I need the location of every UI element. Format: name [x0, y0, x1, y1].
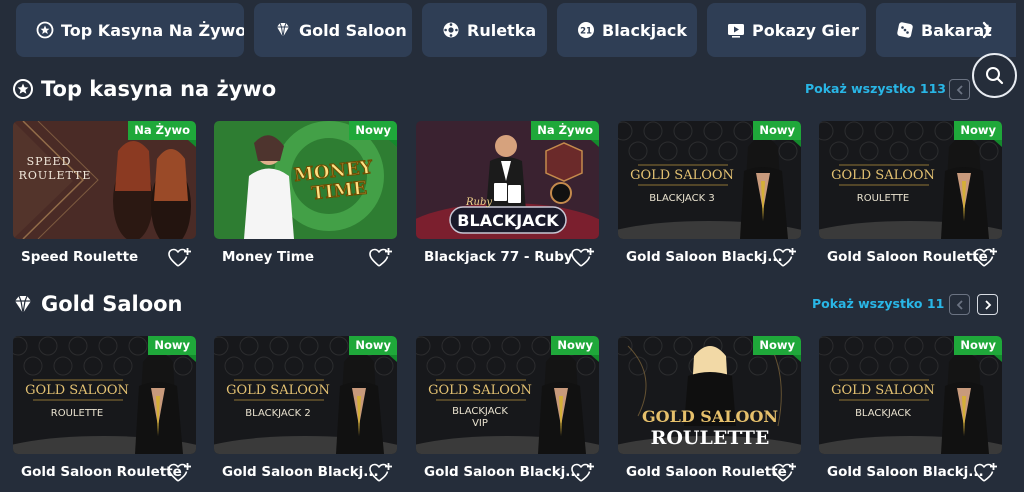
prev-button[interactable] — [949, 79, 970, 100]
svg-text:SPEED: SPEED — [27, 155, 72, 168]
status-badge: Nowy — [148, 336, 196, 362]
svg-text:BLACKJACK: BLACKJACK — [452, 406, 508, 417]
game-title[interactable]: Gold Saloon Roulette — [626, 464, 787, 480]
game-card[interactable]: GOLD SALOON ROULETTE Nowy — [13, 336, 196, 454]
svg-text:GOLD SALOON: GOLD SALOON — [630, 168, 734, 183]
svg-text:VIP: VIP — [472, 418, 488, 429]
game-title[interactable]: Gold Saloon Roulette — [21, 464, 182, 480]
tab-label: Ruletka — [467, 20, 537, 40]
game-card[interactable]: MONEY TIME Nowy — [214, 121, 397, 239]
game-card[interactable]: GOLD SALOON ROULETTE Nowy — [618, 336, 801, 454]
svg-text:BLACKJACK 3: BLACKJACK 3 — [649, 193, 714, 204]
game-card[interactable]: BLACKJACK Ruby Na Żywo — [416, 121, 599, 239]
status-badge: Nowy — [753, 336, 801, 362]
game-title[interactable]: Gold Saloon Roulette — [827, 249, 988, 265]
svg-text:GOLD SALOON: GOLD SALOON — [642, 407, 778, 426]
svg-text:ROULETTE: ROULETTE — [857, 193, 909, 204]
svg-text:BLACKJACK: BLACKJACK — [855, 408, 911, 419]
game-card[interactable]: GOLD SALOON BLACKJACK 3 Nowy — [618, 121, 801, 239]
prev-button[interactable] — [949, 294, 970, 315]
next-button[interactable] — [977, 294, 998, 315]
svg-text:GOLD SALOON: GOLD SALOON — [831, 168, 935, 183]
chevron-left-icon — [956, 299, 963, 310]
game-card[interactable]: GOLD SALOON ROULETTE Nowy — [819, 121, 1002, 239]
section-title-text: Top kasyna na żywo — [41, 77, 277, 101]
tab-pokazy-gier[interactable]: Pokazy Gier — [707, 3, 866, 57]
status-badge: Nowy — [349, 121, 397, 147]
svg-text:21: 21 — [580, 27, 592, 37]
game-title[interactable]: Gold Saloon Blackj... — [626, 249, 783, 265]
game-title[interactable]: Gold Saloon Blackj... — [827, 464, 984, 480]
svg-text:GOLD SALOON: GOLD SALOON — [831, 383, 935, 398]
show-all-link[interactable]: Pokaż wszystko 11 — [812, 296, 944, 311]
game-title[interactable]: Gold Saloon Blackj... — [424, 464, 581, 480]
show-all-link[interactable]: Pokaż wszystko 113 — [805, 81, 946, 96]
star-circle-icon — [36, 21, 54, 39]
add-favorite-icon[interactable] — [772, 247, 798, 269]
svg-text:Ruby: Ruby — [465, 197, 492, 208]
tab-top-kasyna[interactable]: Top Kasyna Na Żywo — [16, 3, 244, 57]
game-title[interactable]: Blackjack 77 - Ruby — [424, 249, 573, 265]
game-card[interactable]: SPEED ROULETTE Na Żywo — [13, 121, 196, 239]
svg-text:ROULETTE: ROULETTE — [651, 427, 770, 449]
game-card[interactable]: GOLD SALOON BLACKJACK 2 Nowy — [214, 336, 397, 454]
svg-text:GOLD SALOON: GOLD SALOON — [226, 383, 330, 398]
status-badge: Nowy — [349, 336, 397, 362]
category-tabs: Top Kasyna Na Żywo Gold Saloon Ruletka 2… — [0, 0, 1024, 60]
svg-text:ROULETTE: ROULETTE — [19, 169, 92, 182]
add-favorite-icon[interactable] — [167, 247, 193, 269]
add-favorite-icon[interactable] — [368, 462, 394, 484]
game-title[interactable]: Gold Saloon Blackj... — [222, 464, 379, 480]
svg-text:BLACKJACK 2: BLACKJACK 2 — [245, 408, 310, 419]
add-favorite-icon[interactable] — [973, 462, 999, 484]
svg-text:ROULETTE: ROULETTE — [51, 408, 103, 419]
dice-icon — [896, 21, 914, 39]
tab-ruletka[interactable]: Ruletka — [422, 3, 547, 57]
add-favorite-icon[interactable] — [772, 462, 798, 484]
add-favorite-icon[interactable] — [973, 247, 999, 269]
diamond-icon — [12, 293, 34, 315]
tab-gold-saloon[interactable]: Gold Saloon — [254, 3, 412, 57]
section-title-gold-saloon: Gold Saloon — [12, 292, 183, 316]
status-badge: Nowy — [954, 121, 1002, 147]
search-icon — [986, 67, 1004, 85]
section-title-top-kasyna: Top kasyna na żywo — [12, 77, 276, 101]
play-screen-icon — [727, 21, 745, 39]
svg-text:GOLD SALOON: GOLD SALOON — [25, 383, 129, 398]
section-title-text: Gold Saloon — [41, 292, 183, 316]
chevron-left-icon — [956, 84, 963, 95]
tab-label: Pokazy Gier — [752, 20, 859, 40]
tab-label: Blackjack — [602, 20, 688, 40]
svg-text:BLACKJACK: BLACKJACK — [457, 211, 559, 230]
status-badge: Na Żywo — [128, 121, 196, 147]
status-badge: Nowy — [954, 336, 1002, 362]
game-title[interactable]: Money Time — [222, 249, 314, 265]
chevron-right-icon — [984, 299, 991, 310]
svg-text:GOLD SALOON: GOLD SALOON — [428, 383, 532, 398]
add-favorite-icon[interactable] — [167, 462, 193, 484]
add-favorite-icon[interactable] — [368, 247, 394, 269]
tab-blackjack[interactable]: 21 Blackjack — [557, 3, 697, 57]
add-favorite-icon[interactable] — [570, 462, 596, 484]
tabs-scroll-right-icon[interactable] — [980, 18, 998, 42]
roulette-wheel-icon — [442, 21, 460, 39]
status-badge: Na Żywo — [531, 121, 599, 147]
tab-label: Gold Saloon — [299, 20, 407, 40]
status-badge: Nowy — [753, 121, 801, 147]
blackjack-21-icon: 21 — [577, 21, 595, 39]
star-circle-icon — [12, 78, 34, 100]
game-card[interactable]: GOLD SALOON BLACKJACK Nowy — [819, 336, 1002, 454]
add-favorite-icon[interactable] — [570, 247, 596, 269]
game-title[interactable]: Speed Roulette — [21, 249, 138, 265]
game-card[interactable]: GOLD SALOON BLACKJACK VIP Nowy — [416, 336, 599, 454]
tab-label: Top Kasyna Na Żywo — [61, 20, 244, 40]
status-badge: Nowy — [551, 336, 599, 362]
search-button[interactable] — [972, 53, 1017, 98]
diamond-icon — [274, 21, 292, 39]
